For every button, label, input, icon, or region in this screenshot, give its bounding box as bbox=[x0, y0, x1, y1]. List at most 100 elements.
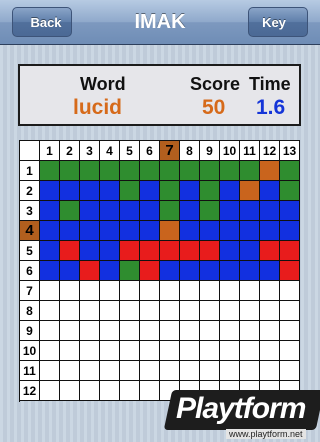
grid-cell-r2-c5[interactable] bbox=[120, 181, 140, 201]
grid-cell-r3-c7[interactable] bbox=[160, 201, 180, 221]
grid-cell-r9-c12[interactable] bbox=[260, 321, 280, 341]
grid-cell-r2-c7[interactable] bbox=[160, 181, 180, 201]
grid-cell-r4-c11[interactable] bbox=[240, 221, 260, 241]
grid-cell-r6-c12[interactable] bbox=[260, 261, 280, 281]
grid-cell-r5-c8[interactable] bbox=[180, 241, 200, 261]
grid-cell-r7-c2[interactable] bbox=[60, 281, 80, 301]
grid-cell-r2-c11[interactable] bbox=[240, 181, 260, 201]
grid-cell-r1-c2[interactable] bbox=[60, 161, 80, 181]
grid-cell-r11-c5[interactable] bbox=[120, 361, 140, 381]
grid-cell-r8-c13[interactable] bbox=[280, 301, 300, 321]
grid-cell-r6-c10[interactable] bbox=[220, 261, 240, 281]
grid-cell-r5-c3[interactable] bbox=[80, 241, 100, 261]
key-button[interactable]: Key bbox=[248, 7, 308, 37]
grid-cell-r5-c1[interactable] bbox=[40, 241, 60, 261]
grid-cell-r7-c8[interactable] bbox=[180, 281, 200, 301]
grid-cell-r8-c11[interactable] bbox=[240, 301, 260, 321]
grid-cell-r6-c13[interactable] bbox=[280, 261, 300, 281]
grid-cell-r1-c13[interactable] bbox=[280, 161, 300, 181]
grid-cell-r7-c13[interactable] bbox=[280, 281, 300, 301]
grid-cell-r4-c13[interactable] bbox=[280, 221, 300, 241]
grid-cell-r2-c3[interactable] bbox=[80, 181, 100, 201]
grid-cell-r11-c6[interactable] bbox=[140, 361, 160, 381]
grid-cell-r2-c10[interactable] bbox=[220, 181, 240, 201]
grid-cell-r7-c12[interactable] bbox=[260, 281, 280, 301]
grid-cell-r3-c12[interactable] bbox=[260, 201, 280, 221]
grid-cell-r1-c7[interactable] bbox=[160, 161, 180, 181]
grid-cell-r4-c1[interactable] bbox=[40, 221, 60, 241]
grid-cell-r1-c11[interactable] bbox=[240, 161, 260, 181]
grid-cell-r11-c1[interactable] bbox=[40, 361, 60, 381]
grid-cell-r11-c9[interactable] bbox=[200, 361, 220, 381]
grid-cell-r4-c12[interactable] bbox=[260, 221, 280, 241]
grid-cell-r8-c3[interactable] bbox=[80, 301, 100, 321]
grid-cell-r1-c6[interactable] bbox=[140, 161, 160, 181]
grid-cell-r6-c4[interactable] bbox=[100, 261, 120, 281]
grid-cell-r10-c5[interactable] bbox=[120, 341, 140, 361]
grid-cell-r3-c13[interactable] bbox=[280, 201, 300, 221]
grid-cell-r3-c1[interactable] bbox=[40, 201, 60, 221]
grid-cell-r1-c9[interactable] bbox=[200, 161, 220, 181]
grid-cell-r7-c7[interactable] bbox=[160, 281, 180, 301]
grid-cell-r11-c12[interactable] bbox=[260, 361, 280, 381]
grid-cell-r5-c10[interactable] bbox=[220, 241, 240, 261]
grid-cell-r2-c4[interactable] bbox=[100, 181, 120, 201]
grid-cell-r12-c4[interactable] bbox=[100, 381, 120, 401]
grid-cell-r9-c13[interactable] bbox=[280, 321, 300, 341]
grid-cell-r1-c12[interactable] bbox=[260, 161, 280, 181]
grid-cell-r8-c12[interactable] bbox=[260, 301, 280, 321]
grid-cell-r5-c4[interactable] bbox=[100, 241, 120, 261]
grid-cell-r4-c9[interactable] bbox=[200, 221, 220, 241]
grid-cell-r11-c4[interactable] bbox=[100, 361, 120, 381]
grid-cell-r3-c3[interactable] bbox=[80, 201, 100, 221]
grid-cell-r5-c2[interactable] bbox=[60, 241, 80, 261]
grid-cell-r7-c3[interactable] bbox=[80, 281, 100, 301]
grid-cell-r4-c3[interactable] bbox=[80, 221, 100, 241]
grid-cell-r10-c11[interactable] bbox=[240, 341, 260, 361]
grid-cell-r6-c3[interactable] bbox=[80, 261, 100, 281]
grid-cell-r11-c13[interactable] bbox=[280, 361, 300, 381]
grid-cell-r7-c4[interactable] bbox=[100, 281, 120, 301]
grid-cell-r7-c5[interactable] bbox=[120, 281, 140, 301]
grid-cell-r10-c6[interactable] bbox=[140, 341, 160, 361]
grid-cell-r5-c11[interactable] bbox=[240, 241, 260, 261]
grid-cell-r4-c10[interactable] bbox=[220, 221, 240, 241]
grid-cell-r12-c3[interactable] bbox=[80, 381, 100, 401]
grid-cell-r11-c8[interactable] bbox=[180, 361, 200, 381]
grid-cell-r9-c2[interactable] bbox=[60, 321, 80, 341]
grid-cell-r9-c8[interactable] bbox=[180, 321, 200, 341]
grid-cell-r10-c12[interactable] bbox=[260, 341, 280, 361]
grid-cell-r11-c11[interactable] bbox=[240, 361, 260, 381]
grid-cell-r5-c6[interactable] bbox=[140, 241, 160, 261]
grid-cell-r3-c4[interactable] bbox=[100, 201, 120, 221]
grid-cell-r9-c11[interactable] bbox=[240, 321, 260, 341]
grid-cell-r4-c7[interactable] bbox=[160, 221, 180, 241]
grid-cell-r8-c8[interactable] bbox=[180, 301, 200, 321]
grid-cell-r1-c4[interactable] bbox=[100, 161, 120, 181]
grid-cell-r2-c1[interactable] bbox=[40, 181, 60, 201]
grid-cell-r9-c7[interactable] bbox=[160, 321, 180, 341]
grid-cell-r12-c5[interactable] bbox=[120, 381, 140, 401]
grid-cell-r3-c11[interactable] bbox=[240, 201, 260, 221]
grid-cell-r9-c9[interactable] bbox=[200, 321, 220, 341]
grid-cell-r5-c13[interactable] bbox=[280, 241, 300, 261]
grid-cell-r5-c7[interactable] bbox=[160, 241, 180, 261]
grid-cell-r8-c4[interactable] bbox=[100, 301, 120, 321]
grid-cell-r6-c11[interactable] bbox=[240, 261, 260, 281]
grid-cell-r3-c6[interactable] bbox=[140, 201, 160, 221]
grid-cell-r8-c9[interactable] bbox=[200, 301, 220, 321]
grid-cell-r6-c5[interactable] bbox=[120, 261, 140, 281]
grid-cell-r1-c3[interactable] bbox=[80, 161, 100, 181]
grid-cell-r3-c8[interactable] bbox=[180, 201, 200, 221]
grid-cell-r2-c9[interactable] bbox=[200, 181, 220, 201]
grid-cell-r9-c3[interactable] bbox=[80, 321, 100, 341]
grid-cell-r2-c13[interactable] bbox=[280, 181, 300, 201]
grid-cell-r6-c2[interactable] bbox=[60, 261, 80, 281]
grid-cell-r8-c5[interactable] bbox=[120, 301, 140, 321]
grid-cell-r3-c10[interactable] bbox=[220, 201, 240, 221]
grid-cell-r8-c7[interactable] bbox=[160, 301, 180, 321]
grid-cell-r3-c9[interactable] bbox=[200, 201, 220, 221]
grid-cell-r12-c1[interactable] bbox=[40, 381, 60, 401]
grid-cell-r9-c1[interactable] bbox=[40, 321, 60, 341]
grid-cell-r1-c5[interactable] bbox=[120, 161, 140, 181]
